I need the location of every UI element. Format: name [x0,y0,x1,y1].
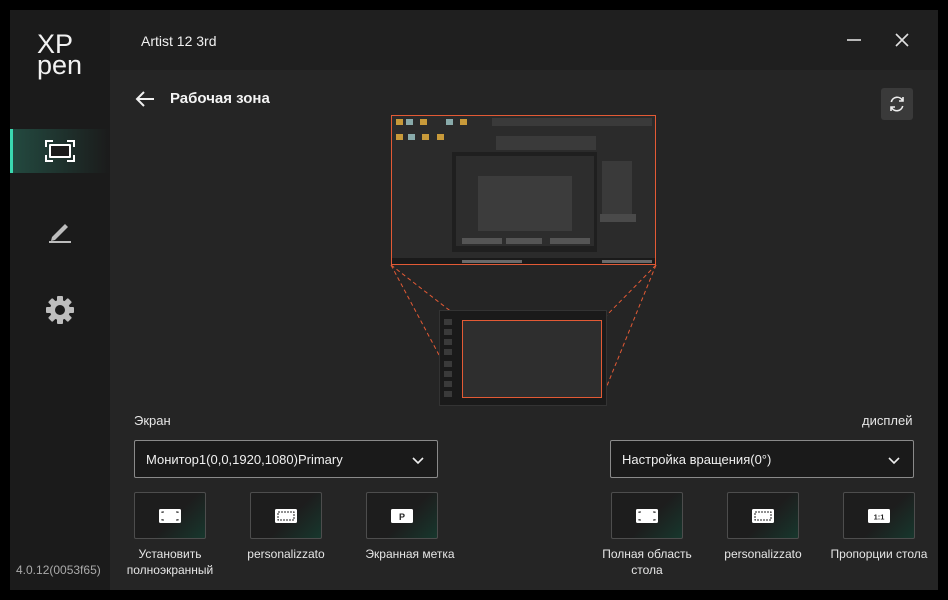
fullscreen-icon [159,508,181,523]
tablet-ratio-button[interactable]: 1:1 [843,492,915,539]
ratio-icon: 1:1 [868,508,890,523]
monitor-select[interactable]: Монитор1(0,0,1920,1080)Primary [134,440,438,478]
rotation-select[interactable]: Настройка вращения(0°) [610,440,914,478]
screen-mark-button[interactable]: P [366,492,438,539]
sidebar-item-settings[interactable] [10,288,110,332]
close-icon [895,33,909,47]
screen-custom-label: personalizzato [247,547,325,561]
rotation-select-value: Настройка вращения(0°) [622,451,772,467]
close-button[interactable] [890,28,914,52]
version-label: 4.0.12(0053f65) [16,563,101,577]
screen-mark-label: Экранная метка [365,547,455,561]
display-custom-label: personalizzato [724,547,802,561]
screen-mark-glyph: P [399,512,405,522]
screen-custom-button[interactable] [250,492,322,539]
pen-icon [49,224,71,243]
custom-area-icon [752,508,774,523]
monitor-select-value: Монитор1(0,0,1920,1080)Primary [146,451,343,467]
minimize-icon [847,39,861,41]
app-title: Artist 12 3rd [141,33,217,49]
sidebar-item-work-area[interactable] [10,129,110,173]
tablet-keys [444,319,452,397]
full-area-icon [636,508,658,523]
main-panel: Рабочая зона Экран Монитор1(0,0,1920,108… [110,70,938,590]
active-indicator [10,129,13,173]
tablet-ratio-label: Пропорции стола [830,547,928,561]
tablet-active-area[interactable] [462,320,602,398]
desktop-thumbnail [392,116,655,264]
gear-icon [46,296,74,324]
sidebar-item-pen[interactable] [10,208,110,252]
set-fullscreen-button[interactable] [134,492,206,539]
display-custom-button[interactable] [727,492,799,539]
custom-area-icon [275,508,297,523]
title-bar: Artist 12 3rd [110,10,938,70]
chevron-down-icon [888,457,900,465]
display-label: дисплей [862,413,913,428]
screen-label: Экран [134,413,171,428]
fullscreen-icon [45,140,75,162]
full-tablet-area-button[interactable] [611,492,683,539]
xppen-logo: XP pen [37,31,85,80]
chevron-down-icon [412,457,424,465]
sidebar: XP pen 4.0.12(0053f65) [10,10,110,590]
logo-line-2: pen [37,50,83,80]
full-tablet-area-label: Полная область стола [602,547,692,577]
minimize-button[interactable] [842,28,866,52]
ratio-glyph: 1:1 [874,512,885,521]
screen-preview[interactable] [391,115,656,265]
set-fullscreen-label: Установить полноэкранный [126,547,214,577]
screen-mark-icon: P [391,508,413,523]
